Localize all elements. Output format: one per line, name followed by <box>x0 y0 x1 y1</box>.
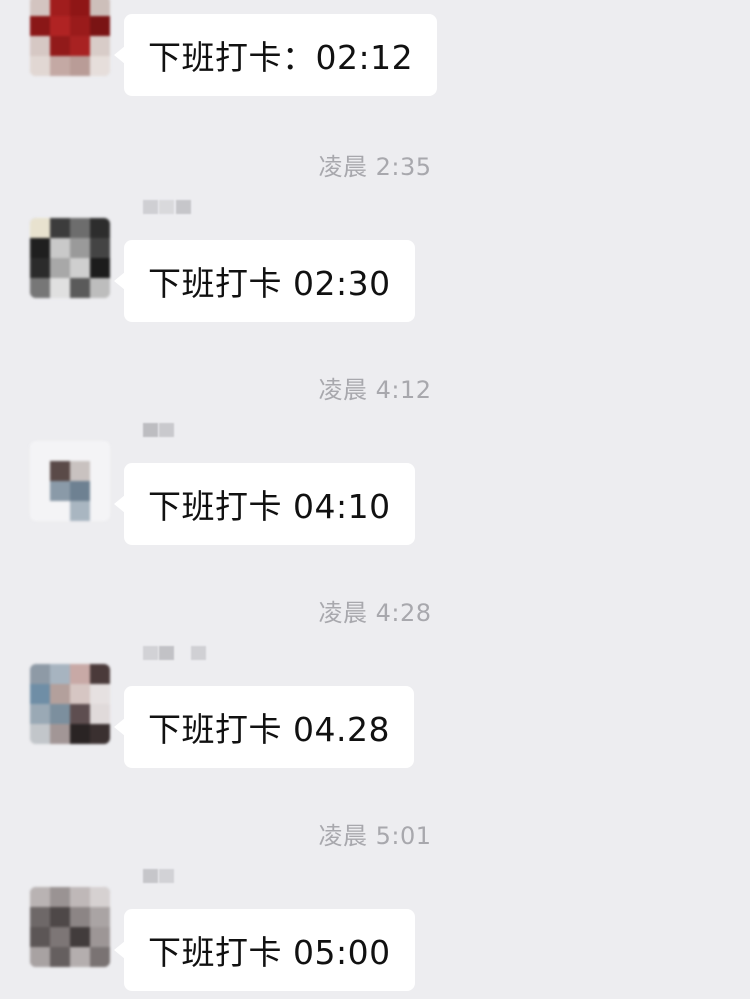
message-text: 下班打卡 05:00 <box>148 933 391 972</box>
timestamp: 凌晨 2:35 <box>318 153 432 181</box>
message-text: 下班打卡：02:12 <box>148 38 414 77</box>
message-bubble[interactable]: 下班打卡 04.28 <box>114 686 414 768</box>
message-text: 下班打卡 04.28 <box>148 710 390 749</box>
message-row: 下班打卡 02:30 <box>0 200 750 328</box>
sender-name-redacted <box>143 869 205 883</box>
timestamp: 凌晨 4:12 <box>318 376 432 404</box>
timestamp: 凌晨 5:01 <box>318 822 432 850</box>
message-text: 下班打卡 02:30 <box>148 264 391 303</box>
sender-name-redacted <box>143 646 206 660</box>
avatar[interactable] <box>30 441 110 521</box>
avatar[interactable] <box>30 0 110 76</box>
message-bubble[interactable]: 下班打卡 04:10 <box>114 463 415 545</box>
message-bubble[interactable]: 下班打卡 05:00 <box>114 909 415 991</box>
message-row: 下班打卡：02:12 <box>0 0 750 106</box>
sender-name-redacted <box>143 423 205 437</box>
avatar[interactable] <box>30 664 110 744</box>
chat-history[interactable]: 下班打卡：02:12 凌晨 2:35 下班打卡 02:30 凌晨 4:12 下班… <box>0 0 750 999</box>
message-bubble[interactable]: 下班打卡：02:12 <box>113 14 438 96</box>
message-row: 下班打卡 04:10 <box>0 423 750 551</box>
message-bubble[interactable]: 下班打卡 02:30 <box>114 240 415 322</box>
message-row: 下班打卡 04.28 <box>0 646 750 774</box>
message-row: 下班打卡 05:00 <box>0 869 750 997</box>
avatar[interactable] <box>30 887 110 967</box>
timestamp: 凌晨 4:28 <box>318 599 432 627</box>
sender-name-redacted <box>143 200 205 214</box>
message-text: 下班打卡 04:10 <box>148 487 391 526</box>
avatar[interactable] <box>30 218 110 298</box>
